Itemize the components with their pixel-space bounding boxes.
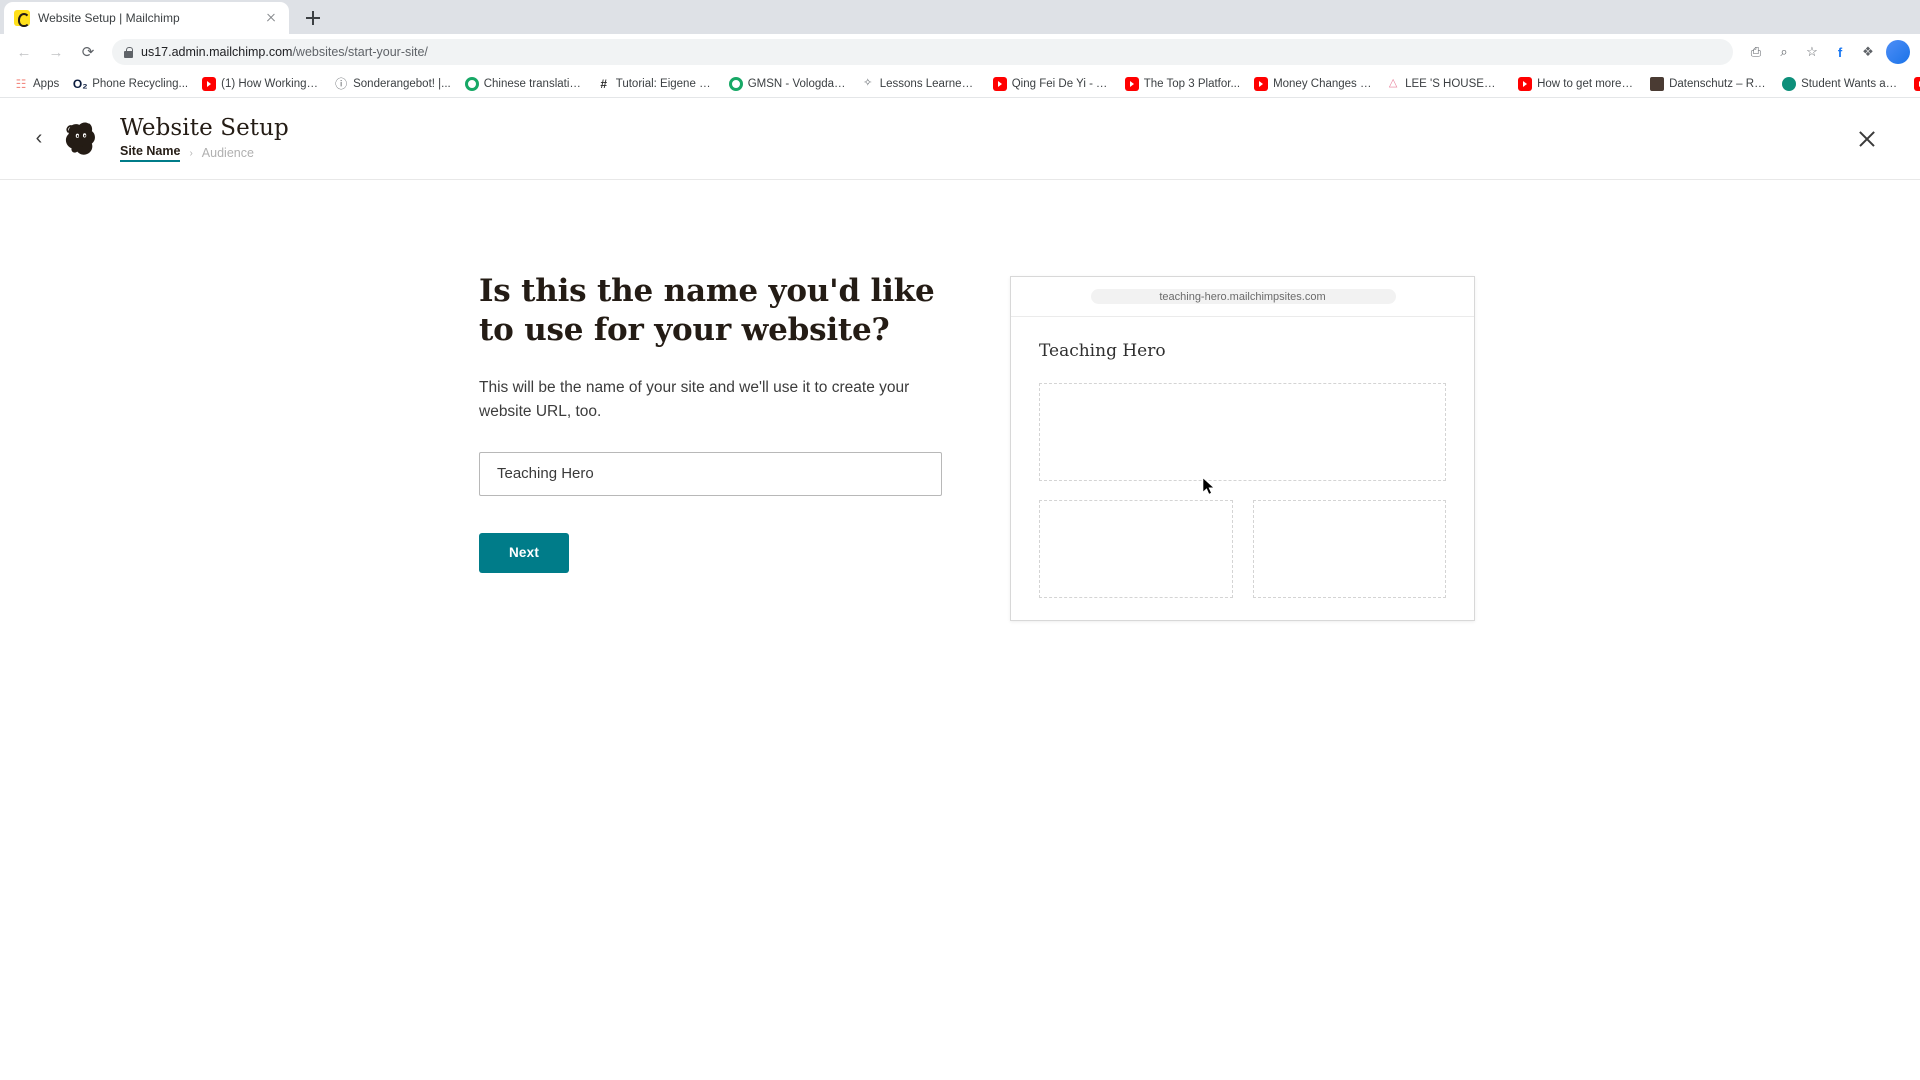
hash-icon: # — [600, 76, 608, 91]
whatsapp-icon — [464, 76, 479, 91]
bookmark-label: Phone Recycling... — [92, 77, 189, 90]
bookmark-label: Tutorial: Eigene Fa... — [615, 77, 715, 90]
profile-avatar[interactable] — [1886, 40, 1910, 64]
preview-address-bar: teaching-hero.mailchimpsites.com — [1011, 277, 1474, 317]
breadcrumb-item-audience[interactable]: Audience — [202, 146, 254, 160]
bookmark-item[interactable]: Qing Fei De Yi - Y... — [987, 74, 1117, 94]
bookmark-item[interactable]: △ LEE 'S HOUSE—... — [1380, 74, 1510, 94]
right-block-placeholder — [1252, 500, 1446, 598]
apps-grid-icon: ☷ — [15, 76, 27, 91]
bookmark-item[interactable]: Money Changes E... — [1248, 74, 1378, 94]
close-icon[interactable] — [1854, 126, 1880, 152]
app-header: ‹ Website Setup Site Name › Audience — [0, 98, 1920, 180]
navigation-bar: ← → ⟳ us17.admin.mailchimp.com/websites/… — [0, 34, 1920, 70]
bookmark-item[interactable]: ☷ Apps — [8, 74, 65, 94]
toolbar-icons: ⎙ ⌕ ☆ f ❖ — [1743, 39, 1910, 65]
site-name-input[interactable] — [479, 451, 942, 496]
url-path: /websites/start-your-site/ — [292, 45, 428, 59]
url-text: us17.admin.mailchimp.com/websites/start-… — [141, 45, 428, 59]
breadcrumb: Site Name › Audience — [120, 144, 289, 162]
bookmark-label: Sonderangebot! |... — [353, 77, 451, 90]
youtube-icon — [992, 76, 1007, 91]
bookmark-item[interactable]: Datenschutz – Re... — [1644, 74, 1774, 94]
chevron-right-icon: › — [189, 147, 193, 159]
arrow-right-icon[interactable]: → — [42, 38, 70, 66]
generic-site-icon — [1782, 76, 1797, 91]
translate-icon[interactable]: ⎙ — [1743, 39, 1769, 65]
hero-block-placeholder — [1039, 383, 1446, 481]
form-heading: Is this the name you'd like to use for y… — [479, 273, 935, 349]
bookmark-label: Student Wants an... — [1801, 77, 1901, 90]
extensions-puzzle-icon[interactable]: ❖ — [1855, 39, 1881, 65]
reload-icon[interactable]: ⟳ — [74, 38, 102, 66]
bookmark-label: Qing Fei De Yi - Y... — [1011, 77, 1111, 90]
o2-icon: O₂ — [72, 76, 88, 91]
generic-site-icon: △ — [1388, 77, 1398, 89]
youtube-icon — [1518, 76, 1533, 91]
generic-site-icon: ⓘ — [335, 76, 348, 91]
spotify-icon — [728, 76, 743, 91]
bookmark-item[interactable]: GMSN - Vologda,... — [723, 74, 853, 94]
browser-tab[interactable]: Website Setup | Mailchimp — [4, 2, 289, 34]
preview-block-row — [1039, 500, 1446, 598]
bookmark-star-icon[interactable]: ☆ — [1799, 39, 1825, 65]
tab-title: Website Setup | Mailchimp — [38, 11, 180, 25]
bookmark-label: GMSN - Vologda,... — [747, 77, 847, 90]
mailchimp-favicon — [14, 10, 30, 27]
youtube-icon — [1124, 76, 1139, 91]
bookmark-label: Chinese translatio... — [483, 77, 583, 90]
plus-icon[interactable] — [299, 4, 327, 32]
preview-site-title: Teaching Hero — [1039, 341, 1166, 361]
browser-chrome: Website Setup | Mailchimp ← → ⟳ us17.adm… — [0, 0, 1920, 98]
main-content: Is this the name you'd like to use for y… — [0, 180, 1920, 621]
address-bar[interactable]: us17.admin.mailchimp.com/websites/start-… — [112, 39, 1733, 65]
mouse-pointer — [1203, 478, 1215, 495]
bookmark-item[interactable]: O₂ Phone Recycling... — [67, 74, 194, 94]
youtube-icon — [202, 76, 217, 91]
bookmark-label: LEE 'S HOUSE—... — [1405, 77, 1505, 90]
preview-frame: teaching-hero.mailchimpsites.com Teachin… — [1010, 276, 1475, 621]
next-button[interactable]: Next — [479, 532, 569, 573]
url-host: us17.admin.mailchimp.com — [141, 45, 293, 59]
zoom-search-icon[interactable]: ⌕ — [1771, 39, 1797, 65]
tab-strip: Website Setup | Mailchimp — [0, 0, 1920, 34]
lock-icon — [124, 46, 133, 58]
site-preview-panel: teaching-hero.mailchimpsites.com Teachin… — [1010, 272, 1475, 621]
bookmark-label: Apps — [33, 77, 60, 90]
youtube-icon — [1914, 76, 1920, 91]
generic-site-icon: ✧ — [863, 77, 873, 89]
bookmark-item[interactable]: The Top 3 Platfor... — [1119, 74, 1246, 94]
bookmark-item[interactable]: ✧ Lessons Learned f... — [855, 74, 985, 94]
bookmark-label: The Top 3 Platfor... — [1143, 77, 1241, 90]
bookmark-item[interactable]: # Tutorial: Eigene Fa... — [591, 74, 721, 94]
photo-icon — [1650, 76, 1665, 91]
bookmark-label: How to get more v... — [1537, 77, 1637, 90]
youtube-icon — [1254, 76, 1269, 91]
arrow-left-icon[interactable]: ← — [10, 38, 38, 66]
facebook-extension-icon[interactable]: f — [1827, 39, 1853, 65]
header-texts: Website Setup Site Name › Audience — [120, 115, 289, 162]
close-icon[interactable] — [263, 10, 279, 26]
left-block-placeholder — [1039, 500, 1233, 598]
mailchimp-freddie-logo — [65, 122, 95, 155]
bookmark-item[interactable]: ⓘ Sonderangebot! |... — [328, 74, 457, 94]
breadcrumb-item-site-name[interactable]: Site Name — [120, 144, 181, 162]
site-name-form: Is this the name you'd like to use for y… — [479, 272, 944, 621]
preview-url-text: teaching-hero.mailchimpsites.com — [1159, 290, 1326, 303]
bookmark-label: (1) How Working a... — [221, 77, 321, 90]
bookmark-item[interactable]: (2) How To Add A... — [1908, 74, 1920, 94]
bookmark-item[interactable]: Student Wants an... — [1776, 74, 1906, 94]
chevron-left-icon[interactable]: ‹ — [26, 127, 52, 150]
form-subtext: This will be the name of your site and w… — [479, 378, 910, 420]
page-title: Website Setup — [120, 115, 289, 141]
bookmark-label: Money Changes E... — [1273, 77, 1373, 90]
bookmark-item[interactable]: Chinese translatio... — [459, 74, 589, 94]
bookmark-label: Lessons Learned f... — [879, 77, 979, 90]
bookmark-label: Datenschutz – Re... — [1669, 77, 1769, 90]
bookmark-item[interactable]: How to get more v... — [1512, 74, 1642, 94]
bookmarks-bar: ☷ Apps O₂ Phone Recycling... (1) How Working… — [0, 70, 1920, 98]
mailchimp-website-setup-app: ‹ Website Setup Site Name › Audience Is … — [0, 98, 1920, 1080]
preview-body: Teaching Hero — [1011, 317, 1474, 620]
bookmark-item[interactable]: (1) How Working a... — [196, 74, 326, 94]
